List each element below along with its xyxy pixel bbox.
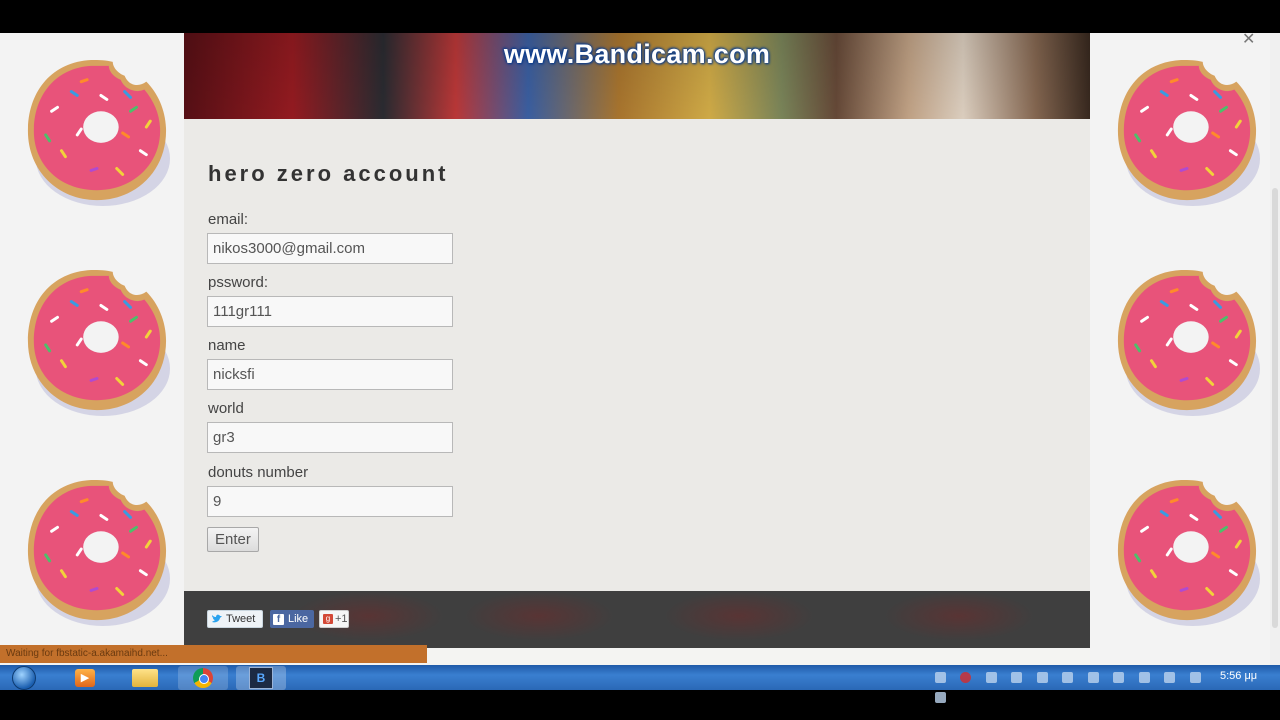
account-form-panel: hero zero account email: pssword: name w… [184, 119, 1090, 591]
header-banner: www.Bandicam.com [184, 33, 1090, 119]
google-plus-button[interactable]: g +1 [319, 610, 349, 628]
donut-image [22, 471, 170, 631]
donuts-number-field[interactable] [207, 486, 453, 517]
volume-icon[interactable] [1189, 672, 1201, 683]
donut-image [22, 51, 170, 211]
facebook-like-button[interactable]: f Like [270, 610, 314, 628]
browser-viewport: www.Bandicam.com hero zero account email… [0, 33, 1280, 665]
donut-background-tile [1090, 33, 1274, 243]
tray-icon[interactable] [1062, 672, 1074, 683]
donuts-number-label: donuts number [208, 464, 309, 481]
windows-taskbar: ▶ B 5:56 μμ [0, 665, 1280, 703]
chrome-icon[interactable] [178, 666, 228, 690]
donut-image [22, 261, 170, 421]
password-field[interactable] [207, 296, 453, 327]
donut-background-tile [0, 453, 184, 663]
page-scrollbar[interactable] [1270, 33, 1280, 665]
donut-image [1112, 51, 1260, 211]
tweet-button[interactable]: Tweet [207, 610, 263, 628]
close-icon[interactable]: ✕ [1242, 33, 1255, 49]
facebook-icon: f [273, 613, 284, 625]
record-icon[interactable] [960, 672, 972, 683]
tray-icon[interactable] [1138, 672, 1150, 683]
browser-status-bar: Waiting for fbstatic-a.akamaihd.net... [0, 645, 427, 663]
tray-icon[interactable] [935, 692, 946, 703]
file-explorer-icon[interactable] [120, 666, 170, 690]
world-label: world [208, 400, 244, 417]
donut-background-tile [1090, 243, 1274, 453]
media-player-icon[interactable]: ▶ [60, 666, 110, 690]
tray-icon[interactable] [985, 672, 997, 683]
twitter-bird-icon [212, 614, 222, 623]
tray-icon[interactable] [1087, 672, 1099, 683]
email-field[interactable] [207, 233, 453, 264]
bandicam-watermark: www.Bandicam.com [503, 39, 771, 69]
system-tray [930, 668, 1220, 703]
donut-image [1112, 261, 1260, 421]
name-field[interactable] [207, 359, 453, 390]
password-label: pssword: [208, 274, 269, 291]
tray-icon[interactable] [1011, 672, 1023, 683]
donut-image [1112, 471, 1260, 631]
tray-icon[interactable] [1036, 672, 1048, 683]
donut-background-tile [0, 33, 184, 243]
start-orb-icon[interactable] [4, 666, 44, 690]
page-title: hero zero account [208, 161, 449, 186]
like-label: Like [288, 613, 309, 625]
network-icon[interactable] [1164, 672, 1176, 683]
gplus-label: +1 [335, 613, 348, 625]
flag-icon[interactable] [1113, 672, 1125, 683]
world-field[interactable] [207, 422, 453, 453]
scrollbar-thumb[interactable] [1272, 188, 1278, 628]
google-plus-icon: g [323, 614, 333, 624]
footer-bar: Tweet f Like g +1 [184, 591, 1090, 648]
tweet-label: Tweet [226, 613, 256, 625]
donut-background-tile [1090, 453, 1274, 663]
donut-background-tile [0, 243, 184, 453]
bandicam-taskbar-icon[interactable]: B [236, 666, 286, 690]
name-label: name [208, 337, 246, 354]
enter-button[interactable]: Enter [207, 527, 259, 552]
taskbar-clock[interactable]: 5:56 μμ [1220, 670, 1257, 682]
tray-icon[interactable] [935, 672, 946, 683]
email-label: email: [208, 211, 249, 228]
